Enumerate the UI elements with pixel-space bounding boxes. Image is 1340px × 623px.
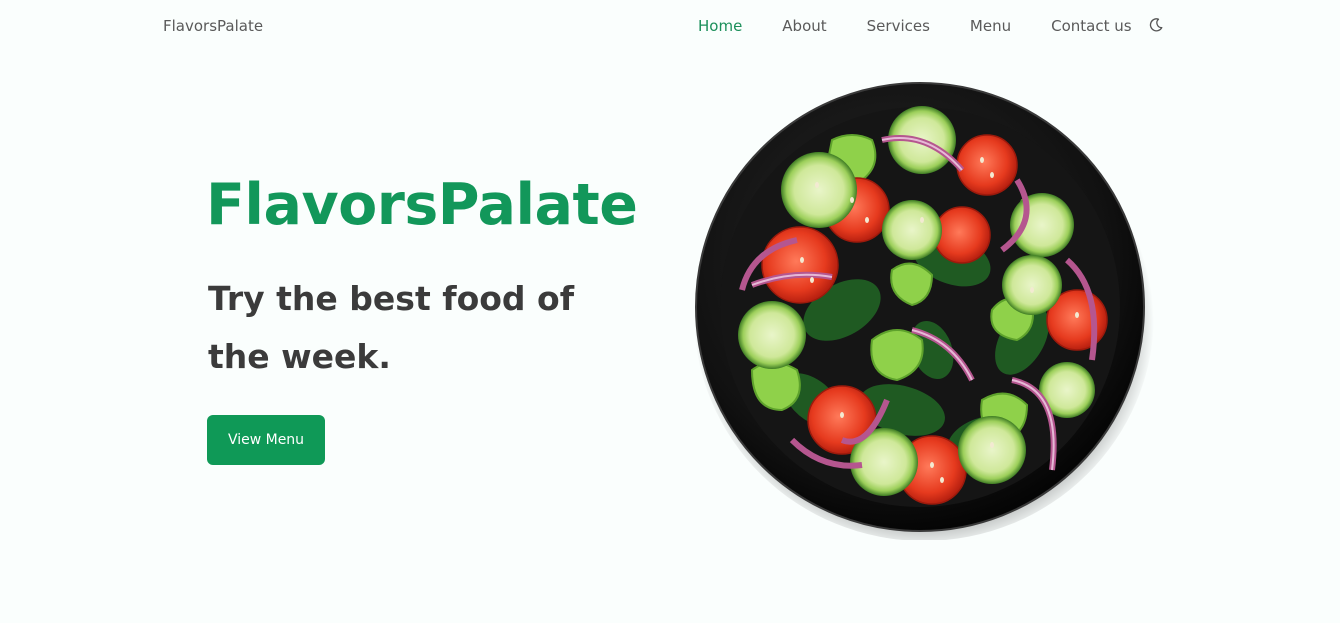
hero-subtitle: Try the best food of the week. <box>208 279 575 376</box>
nav-menu[interactable]: Menu <box>970 17 1011 35</box>
nav-contact[interactable]: Contact us <box>1051 17 1131 35</box>
nav-home[interactable]: Home <box>698 17 742 35</box>
nav-services[interactable]: Services <box>867 17 930 35</box>
salad-bowl-image <box>692 80 1154 540</box>
site-header: FlavorsPalate Home About Services Menu C… <box>0 0 1340 54</box>
view-menu-button[interactable]: View Menu <box>207 415 325 465</box>
main-nav: Home About Services Menu Contact us <box>698 17 1164 35</box>
nav-about[interactable]: About <box>782 17 826 35</box>
moon-icon[interactable] <box>1148 17 1164 33</box>
brand-logo[interactable]: FlavorsPalate <box>163 17 263 35</box>
hero-title: FlavorsPalate <box>206 172 638 238</box>
